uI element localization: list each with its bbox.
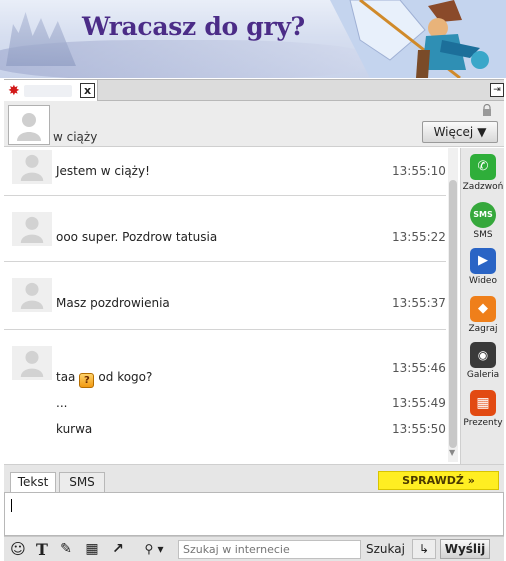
gift-icon[interactable]: ▦ [82, 540, 102, 559]
message-text: ... [56, 396, 68, 410]
banner-castle-image [6, 12, 76, 66]
question-emoticon-icon: ? [79, 373, 95, 388]
message-text: Masz pozdrowienia [56, 296, 170, 310]
chevron-down-icon: ▼ [477, 125, 487, 139]
action-sidebar: ✆ Zadzwoń SMS SMS ▶ Wideo ◆ Zagraj ◉ Gal… [460, 148, 504, 464]
banner-hero-image [330, 0, 506, 78]
message-time: 13:55:46 [392, 361, 446, 375]
message-time: 13:55:49 [392, 396, 446, 410]
chat-tab[interactable]: ✸ x [4, 80, 98, 101]
video-action[interactable]: ▶ Wideo [461, 248, 505, 286]
game-icon: ◆ [470, 296, 496, 322]
contact-status: w ciąży [53, 130, 98, 144]
web-search-button[interactable]: Szukaj [366, 542, 405, 556]
message-block: Masz pozdrowienia 13:55:37 [4, 262, 446, 330]
message-text: ooo super. Pozdrow tatusia [56, 230, 218, 244]
more-button-label: Więcej [433, 125, 474, 139]
message-scrollbar[interactable]: ▼ [448, 148, 458, 462]
message-input[interactable] [4, 492, 504, 536]
message-text-part: taa [56, 370, 76, 384]
gallery-label: Galeria [466, 370, 500, 380]
phone-icon: ✆ [470, 154, 496, 180]
lock-icon [483, 104, 491, 116]
banner-title: Wracasz do gry? [82, 12, 305, 41]
message-time: 13:55:22 [392, 230, 446, 244]
play-label: Zagraj [468, 324, 498, 334]
gift-icon: ▦ [470, 390, 496, 416]
gallery-action[interactable]: ◉ Galeria [461, 342, 505, 380]
avatar-silhouette-icon [20, 282, 44, 309]
message-text: Jestem w ciąży! [56, 164, 150, 178]
play-action[interactable]: ◆ Zagraj [461, 296, 505, 334]
scroll-down-arrow-icon[interactable]: ▼ [449, 448, 455, 457]
message-block: ooo super. Pozdrow tatusia 13:55:22 [4, 196, 446, 262]
contact-avatar[interactable] [8, 105, 50, 145]
sms-action[interactable]: SMS SMS [461, 202, 505, 240]
message-list: Jestem w ciąży! 13:55:10 ooo super. Pozd… [4, 148, 446, 464]
avatar-silhouette-icon [20, 216, 44, 243]
web-search-input[interactable] [178, 540, 361, 559]
sender-avatar [12, 212, 52, 246]
video-icon: ▶ [470, 248, 496, 274]
camera-icon: ◉ [470, 342, 496, 368]
gifts-label: Prezenty [463, 418, 503, 428]
sender-avatar [12, 278, 52, 312]
profile-header: w ciąży Więcej ▼ [4, 101, 504, 147]
message-block: Jestem w ciąży! 13:55:10 [4, 148, 446, 196]
message-text-part: od kogo? [98, 370, 153, 384]
avatar-silhouette-icon [20, 154, 44, 181]
compose-tabs: Tekst SMS SPRAWDŹ » [4, 470, 504, 493]
sender-avatar [12, 346, 52, 380]
text-format-icon[interactable]: T [32, 540, 52, 559]
tab-sms[interactable]: SMS [59, 472, 105, 492]
send-button[interactable]: Wyślij [440, 539, 490, 559]
message-time: 13:55:37 [392, 296, 446, 310]
call-label: Zadzwoń [462, 182, 504, 192]
contact-name-redacted [23, 84, 72, 97]
sms-label: SMS [473, 230, 493, 240]
more-button[interactable]: Więcej ▼ [422, 121, 498, 143]
video-label: Wideo [469, 276, 497, 286]
call-action[interactable]: ✆ Zadzwoń [461, 154, 505, 192]
scroll-thumb[interactable] [449, 180, 457, 448]
ad-banner[interactable]: Wracasz do gry? [0, 0, 506, 78]
check-button[interactable]: SPRAWDŹ » [378, 471, 499, 490]
message-text: taa? od kogo? [56, 370, 152, 388]
share-icon[interactable]: ↗ [108, 540, 128, 559]
avatar-silhouette-icon [20, 350, 44, 377]
avatar-silhouette-icon [17, 113, 41, 141]
sms-icon: SMS [470, 202, 496, 228]
restore-window-icon[interactable]: ⇥ [490, 83, 504, 97]
status-star-icon: ✸ [8, 82, 20, 99]
tools-icon[interactable]: ✎ [56, 540, 76, 559]
gifts-action[interactable]: ▦ Prezenty [461, 390, 505, 428]
message-time: 13:55:50 [392, 422, 446, 436]
message-time: 13:55:10 [392, 164, 446, 178]
compose-toolbar: ☺ T ✎ ▦ ↗ ⚲ ▾ Szukaj ↳ Wyślij [4, 536, 504, 561]
emoticon-icon[interactable]: ☺ [8, 540, 28, 559]
message-block: taa? od kogo? 13:55:46 ... 13:55:49 kurwa… [4, 330, 446, 464]
text-caret [11, 499, 12, 512]
enter-key-icon[interactable]: ↳ [412, 539, 436, 559]
tab-text[interactable]: Tekst [10, 472, 56, 493]
search-icon[interactable]: ⚲ ▾ [136, 540, 172, 559]
chat-tab-strip: ✸ x ⇥ [4, 79, 504, 101]
chat-window: Wracasz do gry? ✸ x ⇥ w ciąży Więcej ▼ J… [0, 0, 506, 561]
message-text: kurwa [56, 422, 93, 436]
close-tab-button[interactable]: x [80, 83, 95, 98]
sender-avatar [12, 150, 52, 184]
